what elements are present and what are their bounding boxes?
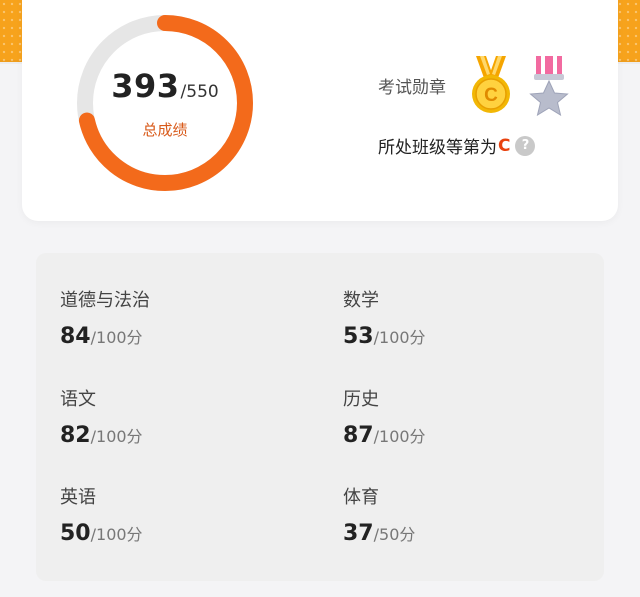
- subject-item: 英语 50/100分: [60, 486, 300, 548]
- class-grade-row: 所处班级等第为 C ?: [378, 133, 536, 158]
- subject-score: 87/100分: [343, 422, 583, 450]
- total-score-ring: 393 /550 总成绩: [74, 12, 256, 194]
- subject-item: 语文 82/100分: [60, 388, 300, 450]
- subject-score-value: 84: [60, 324, 91, 349]
- class-grade-letter: C: [498, 135, 511, 156]
- subject-name: 英语: [60, 487, 96, 508]
- gold-c-medal-icon[interactable]: C: [468, 54, 514, 116]
- total-score-label: 总成绩: [142, 120, 188, 139]
- subject-score: 82/100分: [60, 422, 300, 450]
- subject-score-value: 87: [343, 423, 374, 448]
- subject-score-value: 82: [60, 423, 91, 448]
- subject-score: 50/100分: [60, 520, 300, 548]
- subject-score-max: /100分: [373, 328, 426, 347]
- silver-star-medal-icon[interactable]: [526, 54, 572, 116]
- subject-name: 数学: [343, 290, 379, 311]
- subject-name: 历史: [343, 389, 379, 410]
- subject-score-max: /100分: [90, 525, 143, 544]
- score-line: 393 /550: [111, 67, 218, 105]
- subject-score: 53/100分: [343, 323, 583, 351]
- subject-item: 体育 37/50分: [343, 486, 583, 548]
- subject-score-max: /100分: [90, 427, 143, 446]
- total-score-max: /550: [180, 81, 219, 102]
- subject-score-max: /50分: [373, 525, 416, 544]
- subject-item: 数学 53/100分: [343, 289, 583, 351]
- total-score-value: 393: [111, 66, 180, 105]
- exam-medals-label: 考试勋章: [378, 77, 446, 98]
- svg-text:C: C: [484, 85, 498, 106]
- subject-score: 84/100分: [60, 323, 300, 351]
- class-grade-prefix: 所处班级等第为: [378, 138, 497, 158]
- subject-scores-card: 道德与法治 84/100分 数学 53/100分 语文 82/100分 历史 8…: [36, 253, 604, 581]
- subject-name: 语文: [60, 389, 96, 410]
- subject-score-value: 50: [60, 521, 91, 546]
- score-summary-card: 393 /550 总成绩 考试勋章 C 所处班级等第为 C ?: [22, 0, 618, 221]
- help-icon[interactable]: ?: [515, 135, 536, 156]
- subject-item: 历史 87/100分: [343, 388, 583, 450]
- subject-score: 37/50分: [343, 520, 583, 548]
- subject-score-value: 37: [343, 521, 374, 546]
- subject-score-value: 53: [343, 324, 374, 349]
- subject-name: 体育: [343, 487, 379, 508]
- subject-item: 道德与法治 84/100分: [60, 289, 300, 351]
- ring-center-text: 393 /550 总成绩: [74, 12, 256, 194]
- subject-score-max: /100分: [373, 427, 426, 446]
- exam-medals-row: 考试勋章 C: [378, 50, 584, 120]
- subject-name: 道德与法治: [60, 290, 150, 311]
- subject-score-max: /100分: [90, 328, 143, 347]
